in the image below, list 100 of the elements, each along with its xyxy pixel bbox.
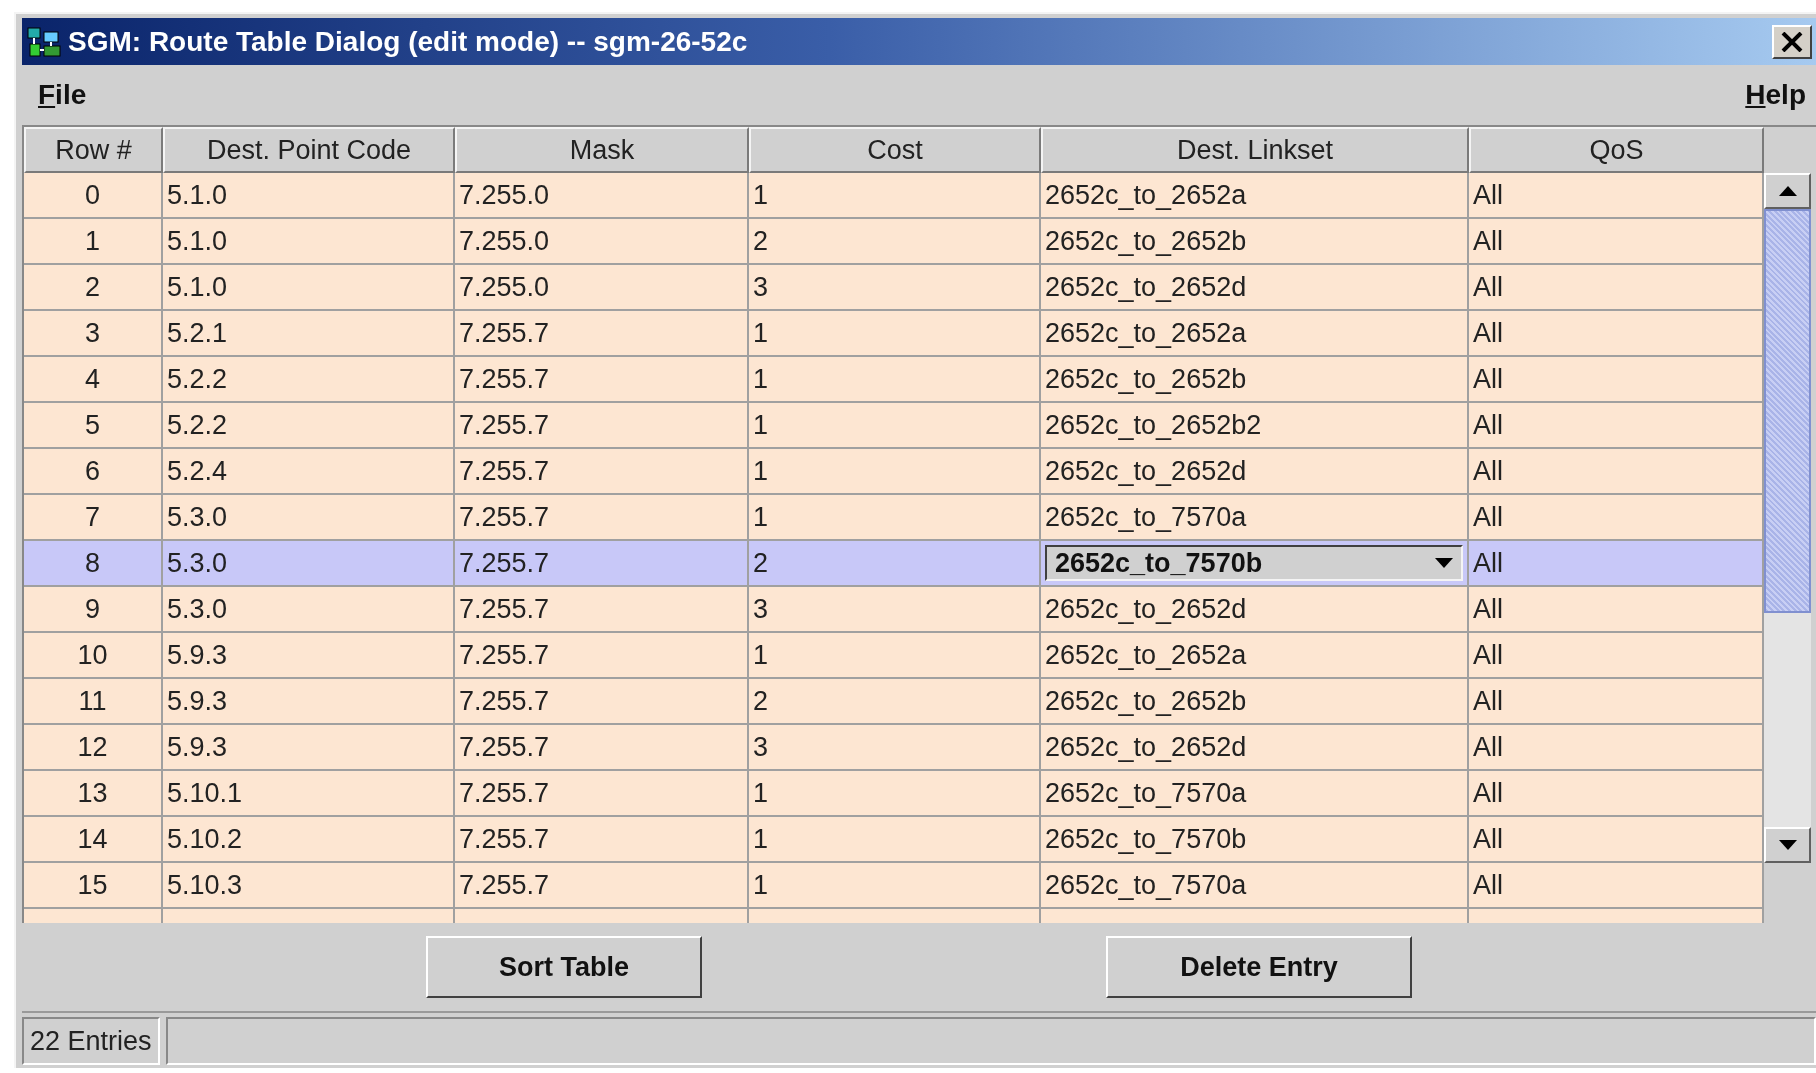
table-cell: 2652c_to_2652b [1041, 357, 1469, 403]
table-cell: 0 [24, 173, 163, 219]
table-cell: All [1469, 403, 1764, 449]
table-cell: 5.3.0 [163, 587, 455, 633]
table-cell: 7.255.7 [455, 771, 749, 817]
table-cell: All [1469, 633, 1764, 679]
table-cell: 7.255.7 [455, 725, 749, 771]
table-cell: 2652c_to_2652a [1041, 173, 1469, 219]
table-cell: 3 [749, 725, 1041, 771]
table-cell: 1 [749, 449, 1041, 495]
table-cell: 3 [24, 311, 163, 357]
table-cell: 5.10.3 [163, 863, 455, 909]
table-cell: All [1469, 219, 1764, 265]
table-cell: All [1469, 495, 1764, 541]
app-icon [26, 25, 62, 58]
linkset-dropdown[interactable]: 2652c_to_7570b [1045, 545, 1463, 581]
column-header[interactable]: Dest. Linkset [1041, 127, 1469, 173]
table-cell: 1 [749, 357, 1041, 403]
close-icon [1781, 31, 1803, 52]
table-cell: 5.10.1 [163, 771, 455, 817]
table-cell: 2652c_to_2652b2 [1041, 403, 1469, 449]
up-arrow-icon [1778, 186, 1797, 196]
table-cell: All [1469, 449, 1764, 495]
table-cell: All [1469, 587, 1764, 633]
table-cell: 5 [24, 403, 163, 449]
table-cell: 5.2.2 [163, 403, 455, 449]
table-cell: 2 [24, 265, 163, 311]
table-cell: 5.10.2 [163, 817, 455, 863]
down-arrow-icon [1778, 840, 1797, 850]
table-cell: All [1469, 541, 1764, 587]
table-cell: 7.255.7 [455, 541, 749, 587]
table-cell: 2652c_to_7570a [1041, 771, 1469, 817]
table-cell: 1 [24, 219, 163, 265]
delete-entry-button[interactable]: Delete Entry [1106, 936, 1412, 998]
table-cell: 7.255.7 [455, 449, 749, 495]
dropdown-arrow-icon [1435, 558, 1453, 568]
status-text: 22 Entries [22, 1017, 160, 1065]
table-cell: 1 [749, 863, 1041, 909]
scrollbar[interactable] [1764, 173, 1811, 863]
table-cell: 5.2.2 [163, 357, 455, 403]
table-cell: 7.255.7 [455, 311, 749, 357]
table-cell: All [1469, 679, 1764, 725]
window-title: SGM: Route Table Dialog (edit mode) -- sgm-26-52c [68, 25, 749, 58]
sort-table-button[interactable]: Sort Table [426, 936, 702, 998]
table-cell: 7 [24, 495, 163, 541]
scroll-thumb[interactable] [1764, 209, 1811, 613]
table-cell: 5.9.3 [163, 679, 455, 725]
table-cell: 5.1.0 [163, 173, 455, 219]
table-cell: 5.2.4 [163, 449, 455, 495]
table-cell: 2652c_to_2652a [1041, 633, 1469, 679]
table-cell: 1 [749, 495, 1041, 541]
column-header[interactable]: QoS [1469, 127, 1764, 173]
table-cell: 1 [749, 633, 1041, 679]
column-header[interactable]: Dest. Point Code [163, 127, 455, 173]
table-cell: 3 [749, 265, 1041, 311]
table-cell: All [1469, 311, 1764, 357]
table-cell: 9 [24, 587, 163, 633]
table-cell: 7.255.7 [455, 817, 749, 863]
table-cell: 1 [749, 173, 1041, 219]
table-cell: 2652c_to_2652d [1041, 265, 1469, 311]
column-header[interactable]: Cost [749, 127, 1041, 173]
table-cell: 11 [24, 679, 163, 725]
table-cell: 5.3.0 [163, 541, 455, 587]
table-cell: 7.255.7 [455, 357, 749, 403]
table-cell: 5.1.0 [163, 265, 455, 311]
table-cell: 2652c_to_2652d [1041, 725, 1469, 771]
table-cell: 1 [749, 817, 1041, 863]
table-cell: 12 [24, 725, 163, 771]
table-cell: 7.255.7 [455, 863, 749, 909]
table-cell: All [1469, 725, 1764, 771]
table-cell: 2652c_to_2652b [1041, 679, 1469, 725]
scroll-up-button[interactable] [1764, 173, 1811, 209]
table-cell: All [1469, 357, 1764, 403]
table-cell: 7.255.7 [455, 587, 749, 633]
table-cell: 7.255.7 [455, 679, 749, 725]
close-button[interactable] [1772, 24, 1812, 59]
table-cell: 5.2.1 [163, 311, 455, 357]
table-cell: 2652c_to_2652d [1041, 587, 1469, 633]
column-header[interactable]: Mask [455, 127, 749, 173]
table-cell: 2 [749, 541, 1041, 587]
column-header[interactable]: Row # [24, 127, 163, 173]
table-cell: 7.255.0 [455, 265, 749, 311]
table-cell: 7.255.7 [455, 403, 749, 449]
menu-item[interactable]: Help [1745, 79, 1806, 111]
table-cell: 1 [749, 311, 1041, 357]
table-cell: 5.9.3 [163, 633, 455, 679]
table-cell: 1 [749, 771, 1041, 817]
table-cell: 7.255.0 [455, 173, 749, 219]
scroll-down-button[interactable] [1764, 827, 1811, 863]
table-cell: All [1469, 863, 1764, 909]
table-cell: All [1469, 265, 1764, 311]
menu-item[interactable]: File [38, 79, 87, 111]
table-cell: 2 [749, 679, 1041, 725]
table-cell: 2652c_to_2652d [1041, 449, 1469, 495]
table-cell: 14 [24, 817, 163, 863]
table-cell: 7.255.0 [455, 219, 749, 265]
table-cell: 2652c_to_7570a [1041, 495, 1469, 541]
table-cell: 5.3.0 [163, 495, 455, 541]
table-cell: 6 [24, 449, 163, 495]
table-cell: 2652c_to_2652b [1041, 219, 1469, 265]
